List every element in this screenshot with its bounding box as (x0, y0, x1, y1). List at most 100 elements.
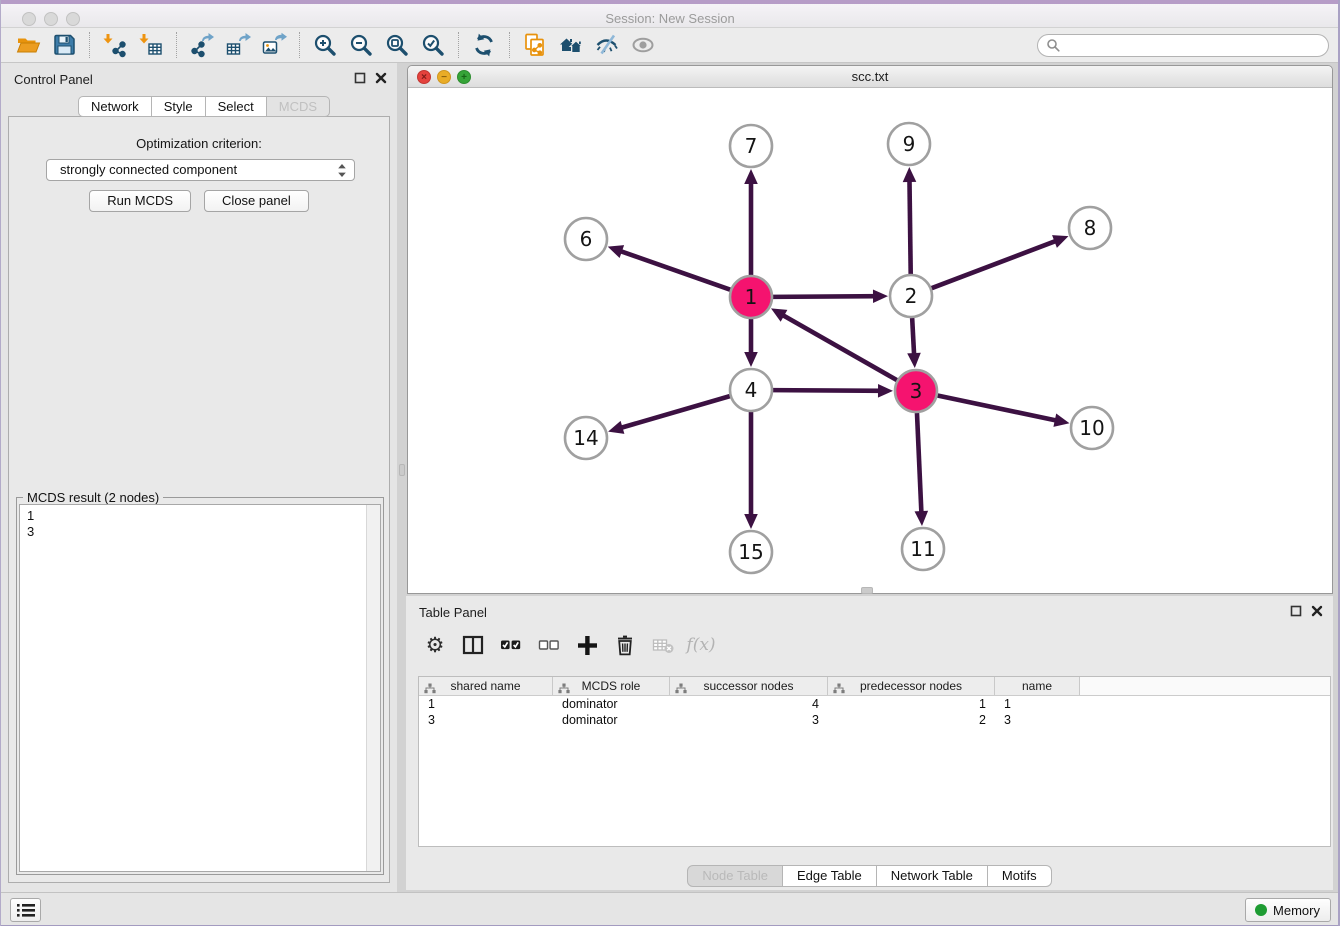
graph-edge[interactable] (619, 396, 730, 428)
table-settings-button[interactable]: ⚙ (422, 632, 448, 658)
column-header[interactable]: predecessor nodes (828, 677, 995, 695)
open-folder-icon (15, 32, 41, 58)
mcds-panel-body: Optimization criterion: strongly connect… (8, 116, 390, 883)
float-panel-icon[interactable] (1290, 605, 1302, 617)
tab-select[interactable]: Select (206, 96, 267, 117)
tab-mcds[interactable]: MCDS (267, 96, 330, 117)
show-selected-button[interactable] (625, 30, 661, 60)
table-cell[interactable]: 3 (670, 712, 828, 728)
frame-close-button[interactable]: × (417, 70, 431, 84)
table-cell[interactable]: 4 (670, 696, 828, 712)
tab-style[interactable]: Style (152, 96, 206, 117)
float-panel-icon[interactable] (354, 72, 366, 84)
status-bar: Memory (0, 892, 1340, 926)
tab-network[interactable]: Network (78, 96, 152, 117)
home-button[interactable] (553, 30, 589, 60)
open-file-button[interactable] (10, 30, 46, 60)
graph-edge[interactable] (618, 250, 730, 289)
tab-motifs[interactable]: Motifs (988, 865, 1052, 887)
graph-edge[interactable] (912, 318, 914, 357)
home-icon (558, 32, 584, 58)
network-graph[interactable]: 7968124314101511 (408, 88, 1332, 593)
graph-edge-arrowhead (1053, 414, 1069, 427)
graph-edge[interactable] (932, 240, 1059, 288)
column-header[interactable]: shared name (419, 677, 553, 695)
delete-column-button[interactable] (612, 632, 638, 658)
table-cell[interactable]: 1 (828, 696, 995, 712)
table-body: 1dominator4113dominator323 (419, 696, 1330, 728)
graph-node-label: 9 (903, 132, 916, 156)
graph-edge[interactable] (773, 296, 877, 297)
delete-table-button[interactable] (650, 632, 676, 658)
table-cell[interactable]: 1 (995, 696, 1080, 712)
column-header[interactable]: successor nodes (670, 677, 828, 695)
graph-edge[interactable] (938, 396, 1059, 421)
network-canvas[interactable]: 7968124314101511 (408, 88, 1332, 593)
close-panel-icon[interactable] (1311, 605, 1323, 617)
export-table-button[interactable] (220, 30, 256, 60)
graph-edge[interactable] (781, 314, 897, 380)
copy-network-icon (522, 32, 548, 58)
column-header[interactable]: MCDS role (553, 677, 670, 695)
tab-edge-table[interactable]: Edge Table (783, 865, 877, 887)
zoom-in-button[interactable] (307, 30, 343, 60)
export-image-button[interactable] (256, 30, 292, 60)
criterion-select[interactable]: strongly connected component (46, 159, 355, 181)
criterion-selected-value: strongly connected component (60, 162, 237, 177)
zoom-selected-button[interactable] (415, 30, 451, 60)
frame-minimize-button[interactable]: − (437, 70, 451, 84)
table-cell[interactable]: 3 (419, 712, 553, 728)
search-input[interactable] (1061, 36, 1328, 55)
graph-node-label: 8 (1084, 216, 1097, 240)
result-line: 3 (27, 524, 373, 540)
save-session-button[interactable] (46, 30, 82, 60)
eye-slash-icon (594, 32, 620, 58)
frame-maximize-button[interactable]: + (457, 70, 471, 84)
column-layout-button[interactable] (460, 632, 486, 658)
graph-node-label: 15 (738, 540, 763, 564)
table-row[interactable]: 3dominator323 (419, 712, 1330, 728)
run-mcds-button[interactable]: Run MCDS (89, 190, 191, 212)
memory-button[interactable]: Memory (1245, 898, 1331, 922)
mcds-result-textarea[interactable]: 13 (19, 504, 381, 872)
graph-edge[interactable] (917, 413, 922, 515)
close-panel-button[interactable]: Close panel (204, 190, 309, 212)
add-column-button[interactable] (574, 632, 600, 658)
refresh-icon (471, 32, 497, 58)
import-network-button[interactable] (97, 30, 133, 60)
export-table-icon (225, 32, 251, 58)
graph-edge-arrowhead (608, 245, 624, 258)
zoom-fit-button[interactable] (379, 30, 415, 60)
toolbar-separator (509, 32, 510, 58)
search-field[interactable] (1037, 34, 1329, 57)
column-header[interactable]: name (995, 677, 1080, 695)
tab-network-table[interactable]: Network Table (877, 865, 988, 887)
split-divider-handle-horizontal[interactable] (861, 587, 873, 594)
graph-edge[interactable] (909, 178, 910, 274)
gear-icon: ⚙ (426, 635, 445, 656)
zoom-out-button[interactable] (343, 30, 379, 60)
table-cell[interactable]: 2 (828, 712, 995, 728)
graph-node-label: 3 (910, 379, 923, 403)
task-history-button[interactable] (10, 898, 41, 922)
import-table-button[interactable] (133, 30, 169, 60)
export-network-button[interactable] (184, 30, 220, 60)
close-panel-icon[interactable] (375, 72, 387, 84)
table-header-row: shared nameMCDS rolesuccessor nodesprede… (419, 677, 1330, 696)
copy-network-button[interactable] (517, 30, 553, 60)
table-cell[interactable]: dominator (553, 712, 670, 728)
result-scrollbar[interactable] (366, 505, 380, 871)
deselect-all-columns-button[interactable] (536, 632, 562, 658)
table-cell[interactable]: dominator (553, 696, 670, 712)
tab-node-table[interactable]: Node Table (687, 865, 783, 887)
hide-selected-button[interactable] (589, 30, 625, 60)
split-divider-handle-vertical[interactable] (399, 464, 405, 476)
function-builder-button[interactable]: f(x) (688, 632, 714, 658)
table-cell[interactable]: 1 (419, 696, 553, 712)
table-row[interactable]: 1dominator411 (419, 696, 1330, 712)
select-all-columns-button[interactable] (498, 632, 524, 658)
refresh-network-button[interactable] (466, 30, 502, 60)
table-cell[interactable]: 3 (995, 712, 1080, 728)
graph-edge[interactable] (773, 390, 882, 391)
graph-edge-arrowhead (907, 353, 921, 368)
